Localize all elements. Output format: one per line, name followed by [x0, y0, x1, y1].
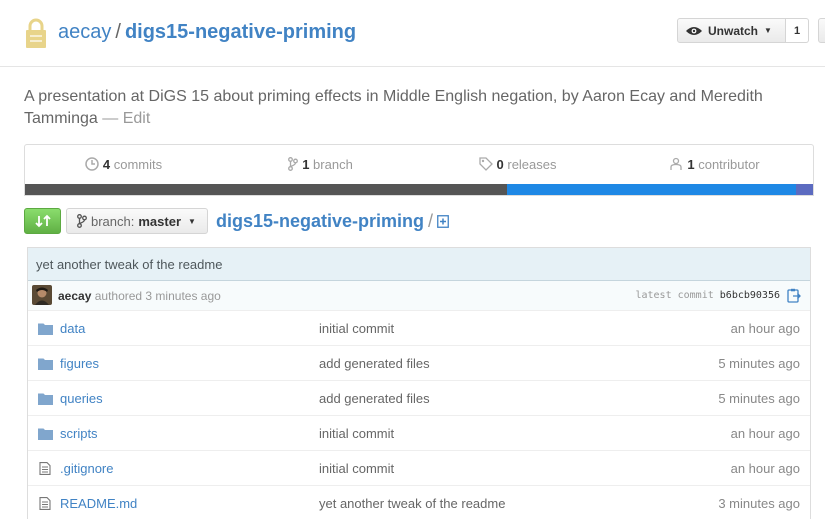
language-segment[interactable] [796, 184, 813, 195]
compare-button[interactable] [24, 208, 61, 234]
file-name-link[interactable]: queries [60, 381, 103, 416]
watchers-count[interactable]: 1 [786, 18, 809, 43]
branch-selector[interactable]: branch: master ▼ [66, 208, 208, 234]
file-commit-message[interactable]: yet another tweak of the readme [319, 486, 505, 519]
file-name-link[interactable]: scripts [60, 416, 98, 451]
file-name-link[interactable]: data [60, 311, 85, 346]
unwatch-label: Unwatch [708, 23, 759, 38]
file-row: .gitignore initial commit an hour ago [28, 451, 810, 486]
breadcrumb-separator: / [428, 211, 434, 231]
file-commit-message[interactable]: initial commit [319, 416, 394, 451]
breadcrumb-root-link[interactable]: digs15-negative-priming [216, 211, 424, 231]
tag-icon [478, 157, 493, 171]
commits-label: commits [113, 157, 163, 172]
file-age: an hour ago [730, 321, 800, 336]
folder-icon [38, 393, 53, 405]
chevron-down-icon: ▼ [764, 26, 772, 35]
releases-label: releases [507, 157, 557, 172]
file-age: 5 minutes ago [718, 356, 800, 371]
branches-link[interactable]: 1 branch [222, 157, 419, 172]
new-file-icon[interactable] [437, 215, 449, 228]
repo-description: A presentation at DiGS 15 about priming … [24, 86, 804, 130]
language-segment[interactable] [506, 184, 797, 195]
file-row: queries add generated files 5 minutes ag… [28, 381, 810, 416]
file-commit-message[interactable]: add generated files [319, 381, 430, 416]
commit-author-name[interactable]: aecay [58, 289, 91, 303]
file-name-link[interactable]: README.md [60, 486, 137, 519]
unwatch-button[interactable]: Unwatch ▼ [677, 18, 786, 43]
repo-owner-link[interactable]: aecay [58, 21, 111, 43]
language-bar[interactable] [25, 184, 813, 195]
file-browser: yet another tweak of the readme aecay au… [27, 247, 811, 519]
latest-commit-info: latest commit b6bcb90356 [635, 281, 780, 311]
repo-header: aecay / digs15-negative-priming Unwatch ▼ … [0, 0, 825, 67]
repo-title: aecay / digs15-negative-priming [58, 19, 356, 45]
commits-count: 4 [102, 157, 111, 172]
compare-icon [34, 214, 51, 228]
branches-label: branch [313, 157, 353, 172]
repo-name-link[interactable]: digs15-negative-priming [125, 21, 356, 43]
star-button[interactable] [818, 18, 825, 43]
branch-name: master [138, 213, 182, 229]
commit-author: aecay authored 3 minutes ago [58, 281, 221, 311]
file-row: data initial commit an hour ago [28, 311, 810, 346]
branch-icon [288, 157, 299, 171]
title-separator: / [115, 21, 121, 43]
file-commit-message[interactable]: initial commit [319, 451, 394, 486]
commit-sha-link[interactable]: b6bcb90356 [720, 290, 780, 301]
file-age: an hour ago [730, 461, 800, 476]
branches-count: 1 [302, 157, 310, 172]
branch-prefix: branch: [91, 213, 135, 229]
latest-commit-label: latest commit [635, 290, 714, 301]
file-row: README.md yet another tweak of the readm… [28, 486, 810, 519]
commit-meta: aecay authored 3 minutes ago latest comm… [28, 281, 810, 311]
history-icon [85, 157, 99, 171]
eye-icon [686, 26, 702, 35]
file-list: data initial commit an hour ago figures … [28, 311, 810, 519]
contributors-link[interactable]: 1 contributor [616, 157, 813, 172]
clipboard-icon[interactable] [787, 288, 801, 303]
edit-description-link[interactable]: — Edit [102, 110, 150, 127]
file-text-icon [39, 497, 51, 510]
releases-link[interactable]: 0 releases [419, 157, 616, 172]
file-age: 5 minutes ago [718, 391, 800, 406]
file-text-icon [39, 462, 51, 475]
file-age: an hour ago [730, 426, 800, 441]
file-row: figures add generated files 5 minutes ag… [28, 346, 810, 381]
repo-summary: 4 commits 1 branch 0 releases 1 contribu… [24, 144, 814, 196]
organization-icon [670, 157, 683, 170]
language-segment[interactable] [25, 184, 507, 195]
latest-commit-message[interactable]: yet another tweak of the readme [28, 248, 810, 281]
file-commit-message[interactable]: initial commit [319, 311, 394, 346]
commit-authored-time: authored 3 minutes ago [94, 289, 221, 303]
lock-icon [26, 18, 46, 48]
file-name-link[interactable]: figures [60, 346, 99, 381]
branch-icon [77, 214, 87, 228]
commits-link[interactable]: 4 commits [25, 157, 222, 172]
contributors-label: contributor [698, 157, 760, 172]
file-name-link[interactable]: .gitignore [60, 451, 113, 486]
avatar[interactable] [32, 285, 52, 305]
file-row: scripts initial commit an hour ago [28, 416, 810, 451]
breadcrumb: digs15-negative-priming / [216, 209, 449, 233]
file-age: 3 minutes ago [718, 496, 800, 511]
folder-icon [38, 428, 53, 440]
file-commit-message[interactable]: add generated files [319, 346, 430, 381]
contributors-count: 1 [687, 157, 695, 172]
chevron-down-icon: ▼ [188, 216, 196, 226]
releases-count: 0 [496, 157, 504, 172]
folder-icon [38, 358, 53, 370]
folder-icon [38, 323, 53, 335]
